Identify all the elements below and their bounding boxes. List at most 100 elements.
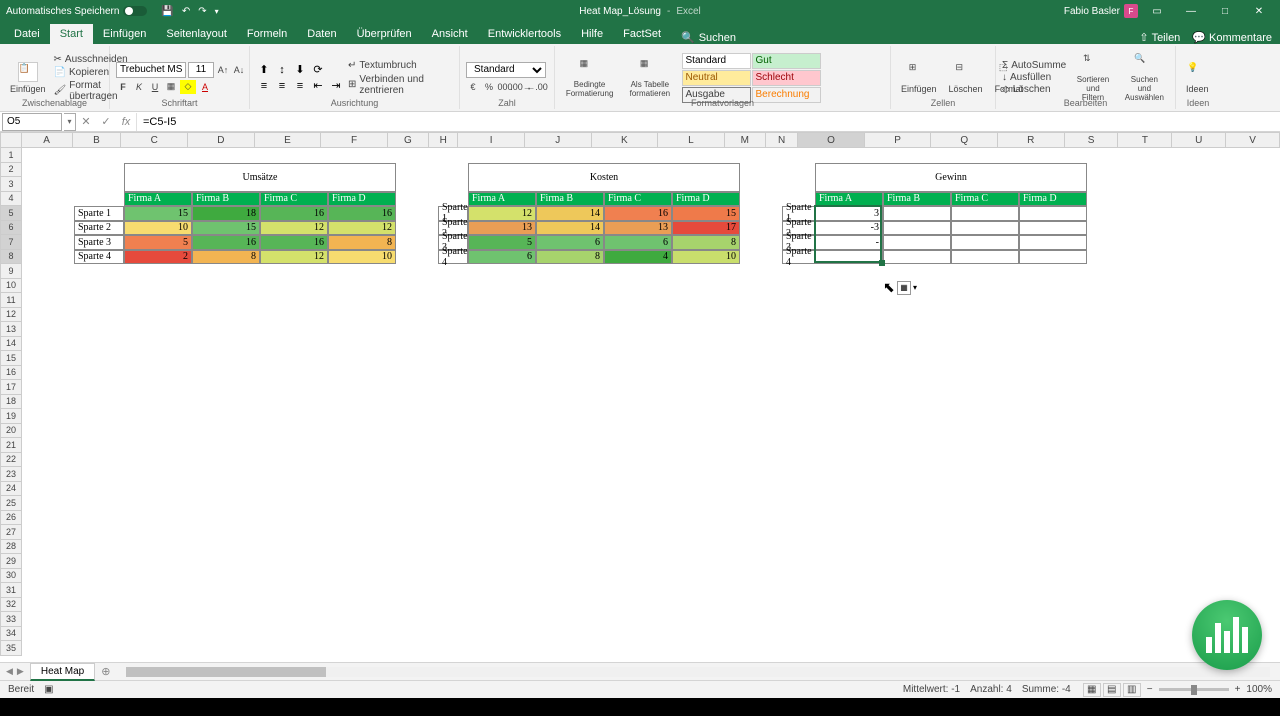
- view-pagelayout-icon[interactable]: ▤: [1103, 683, 1121, 697]
- zoom-slider[interactable]: [1159, 688, 1229, 691]
- currency-icon[interactable]: €: [466, 80, 480, 94]
- cell[interactable]: 4: [604, 250, 672, 265]
- column-header-J[interactable]: J: [525, 132, 592, 148]
- row-header-27[interactable]: 27: [0, 525, 22, 540]
- column-header-H[interactable]: H: [429, 132, 458, 148]
- column-header-I[interactable]: I: [458, 132, 525, 148]
- sort-filter-button[interactable]: ⇅Sortieren und Filtern: [1070, 51, 1116, 104]
- cell[interactable]: [815, 250, 883, 265]
- cell[interactable]: 16: [604, 206, 672, 221]
- row-header-14[interactable]: 14: [0, 337, 22, 352]
- cell[interactable]: [951, 250, 1019, 265]
- cell[interactable]: [883, 235, 951, 250]
- row-header-21[interactable]: 21: [0, 438, 22, 453]
- conditional-formatting-button[interactable]: ▦Bedingte Formatierung: [561, 56, 618, 100]
- row-header-3[interactable]: 3: [0, 177, 22, 192]
- cell[interactable]: Sparte 3: [74, 235, 124, 250]
- confirm-formula-icon[interactable]: ✓: [97, 113, 115, 131]
- view-pagebreak-icon[interactable]: ▥: [1123, 683, 1141, 697]
- cell[interactable]: Gewinn: [815, 163, 1087, 192]
- column-header-C[interactable]: C: [121, 132, 188, 148]
- cell[interactable]: 6: [604, 235, 672, 250]
- column-header-O[interactable]: O: [798, 132, 865, 148]
- row-header-13[interactable]: 13: [0, 322, 22, 337]
- tab-datei[interactable]: Datei: [4, 24, 50, 44]
- cell[interactable]: 3: [815, 206, 883, 221]
- cell[interactable]: 8: [328, 235, 396, 250]
- redo-icon[interactable]: ↷: [198, 6, 206, 17]
- row-header-7[interactable]: 7: [0, 235, 22, 250]
- merge-center-button[interactable]: ⊞Verbinden und zentrieren: [348, 73, 453, 97]
- cell[interactable]: 8: [192, 250, 260, 265]
- row-header-20[interactable]: 20: [0, 424, 22, 439]
- italic-button[interactable]: K: [132, 80, 146, 94]
- row-header-32[interactable]: 32: [0, 598, 22, 613]
- autosum-button[interactable]: ΣAutoSumme: [1002, 60, 1066, 71]
- row-header-31[interactable]: 31: [0, 583, 22, 598]
- tab-entwicklertools[interactable]: Entwicklertools: [478, 24, 571, 44]
- font-name-input[interactable]: [116, 62, 186, 78]
- clear-button[interactable]: ◇Löschen: [1002, 84, 1066, 95]
- align-bottom-icon[interactable]: ⬇: [292, 63, 308, 77]
- autosave-toggle[interactable]: Automatisches Speichern: [6, 6, 147, 17]
- column-header-R[interactable]: R: [998, 132, 1065, 148]
- cell[interactable]: 6: [468, 250, 536, 265]
- cell[interactable]: Firma A: [815, 192, 883, 207]
- paste-button[interactable]: 📋 Einfügen: [6, 60, 50, 96]
- tab-hilfe[interactable]: Hilfe: [571, 24, 613, 44]
- cell[interactable]: 12: [260, 250, 328, 265]
- cell[interactable]: 8: [672, 235, 740, 250]
- cell[interactable]: Firma C: [604, 192, 672, 207]
- align-center-icon[interactable]: ≡: [274, 79, 290, 93]
- cell[interactable]: Umsätze: [124, 163, 396, 192]
- name-box[interactable]: O5: [2, 113, 62, 131]
- row-header-4[interactable]: 4: [0, 192, 22, 207]
- tab-einfugen[interactable]: Einfügen: [93, 24, 156, 44]
- ribbon-display-icon[interactable]: ▭: [1142, 0, 1172, 22]
- tab-seitenlayout[interactable]: Seitenlayout: [156, 24, 237, 44]
- row-header-16[interactable]: 16: [0, 366, 22, 381]
- increase-font-icon[interactable]: A↑: [216, 63, 230, 77]
- cell[interactable]: Firma C: [951, 192, 1019, 207]
- zoom-level[interactable]: 100%: [1246, 684, 1272, 695]
- user-name[interactable]: Fabio Basler: [1064, 6, 1120, 17]
- cell[interactable]: 12: [328, 221, 396, 236]
- cell[interactable]: 10: [328, 250, 396, 265]
- insert-cells-button[interactable]: ⊞Einfügen: [897, 60, 941, 96]
- fx-icon[interactable]: fx: [117, 113, 135, 131]
- autofill-options-button[interactable]: ▦▾: [897, 281, 917, 295]
- cell[interactable]: [883, 250, 951, 265]
- cell[interactable]: Firma A: [468, 192, 536, 207]
- zoom-in-icon[interactable]: +: [1235, 684, 1241, 695]
- maximize-icon[interactable]: □: [1210, 0, 1240, 22]
- macro-record-icon[interactable]: ▣: [44, 684, 53, 695]
- row-header-30[interactable]: 30: [0, 569, 22, 584]
- column-header-N[interactable]: N: [766, 132, 798, 148]
- row-header-8[interactable]: 8: [0, 250, 22, 265]
- cell[interactable]: Firma B: [883, 192, 951, 207]
- cell[interactable]: 15: [672, 206, 740, 221]
- cell[interactable]: 14: [536, 206, 604, 221]
- row-header-1[interactable]: 1: [0, 148, 22, 163]
- cell[interactable]: 5: [468, 235, 536, 250]
- ideas-button[interactable]: 💡Ideen: [1182, 60, 1213, 96]
- column-header-K[interactable]: K: [592, 132, 659, 148]
- decrease-decimal-icon[interactable]: ←.00: [530, 80, 544, 94]
- cell[interactable]: [951, 206, 1019, 221]
- number-format-select[interactable]: Standard: [466, 62, 546, 78]
- cell[interactable]: [951, 221, 1019, 236]
- row-header-34[interactable]: 34: [0, 627, 22, 642]
- cell[interactable]: 18: [192, 206, 260, 221]
- column-header-G[interactable]: G: [388, 132, 429, 148]
- comments-button[interactable]: 💬Kommentare: [1192, 31, 1272, 44]
- tab-uberprufen[interactable]: Überprüfen: [347, 24, 422, 44]
- row-header-26[interactable]: 26: [0, 511, 22, 526]
- tab-daten[interactable]: Daten: [297, 24, 346, 44]
- percent-icon[interactable]: %: [482, 80, 496, 94]
- formula-input[interactable]: =C5-I5: [136, 113, 1280, 131]
- cell[interactable]: Firma D: [1019, 192, 1087, 207]
- tab-factset[interactable]: FactSet: [613, 24, 671, 44]
- indent-inc-icon[interactable]: ⇥: [328, 79, 344, 93]
- cell[interactable]: [1019, 206, 1087, 221]
- cell[interactable]: Sparte 1: [74, 206, 124, 221]
